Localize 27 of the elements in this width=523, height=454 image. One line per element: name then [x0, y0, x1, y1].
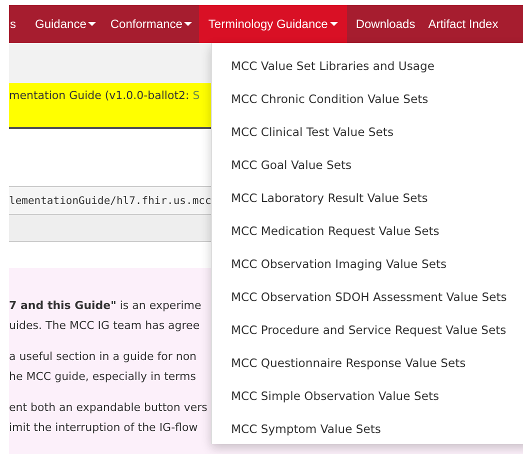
banner-link[interactable]: S — [192, 89, 200, 102]
menu-item[interactable]: MCC Procedure and Service Request Value Sets — [212, 322, 506, 336]
nav-item[interactable]: Terminology Guidance — [199, 5, 347, 43]
menu-item[interactable]: MCC Laboratory Result Value Sets — [212, 190, 428, 204]
menu-item[interactable]: MCC Questionnaire Response Value Sets — [212, 356, 466, 370]
banner-text: mentation Guide (v1.0.0-ballot2: S — [9, 89, 200, 102]
menu-item[interactable]: MCC Chronic Condition Value Sets — [212, 92, 428, 106]
paragraph-line: 7 and this Guide" is an experime — [9, 298, 202, 314]
canonical-url: lementationGuide/hl7.fhir.us.mcc — [9, 194, 212, 206]
paragraph-line: imit the interruption of the IG-flow — [9, 420, 198, 436]
menu-item[interactable]: MCC Clinical Test Value Sets — [212, 124, 394, 138]
nav-item[interactable]: Artifact Index — [427, 5, 502, 43]
paragraph-line: uides. The MCC IG team has agree — [9, 318, 200, 334]
paragraph-line: ent both an expandable button vers — [9, 400, 208, 416]
nav-item[interactable]: Conformance — [103, 5, 196, 43]
paragraph-line: a useful section in a guide for non — [9, 349, 197, 365]
menu-item[interactable]: MCC Goal Value Sets — [212, 158, 352, 172]
menu-item[interactable]: MCC Symptom Value Sets — [212, 422, 381, 436]
nav-item[interactable]: Guidance — [28, 5, 100, 43]
paragraph-line: he MCC guide, especially in terms — [9, 368, 196, 384]
menu-item[interactable]: MCC Medication Request Value Sets — [212, 224, 440, 238]
menu-item[interactable]: MCC Observation Imaging Value Sets — [212, 256, 447, 270]
menu-item[interactable]: MCC Simple Observation Value Sets — [212, 388, 440, 402]
nav-item[interactable]: s — [9, 5, 20, 43]
menu-item[interactable]: MCC Observation SDOH Assessment Value Sets — [212, 290, 507, 304]
menu-item[interactable]: MCC Value Set Libraries and Usage — [212, 58, 435, 72]
nav-item[interactable]: Downloads — [354, 5, 420, 43]
